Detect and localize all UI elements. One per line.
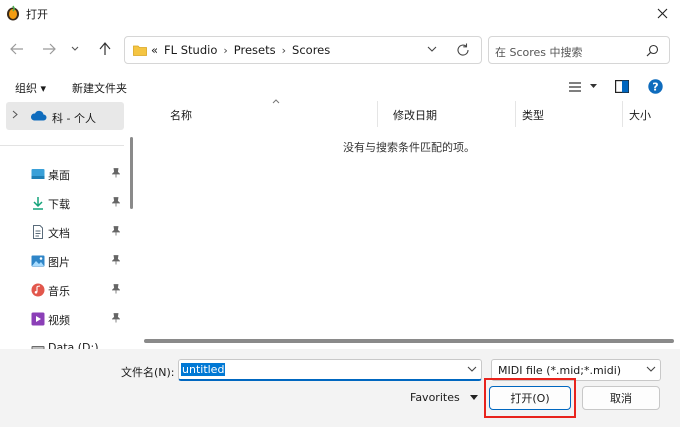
pin-icon[interactable] xyxy=(112,168,120,178)
column-divider[interactable] xyxy=(622,101,623,127)
pin-icon[interactable] xyxy=(112,197,120,207)
chevron-down-icon[interactable] xyxy=(427,45,437,53)
arrow-right-icon xyxy=(43,43,56,55)
help-icon[interactable]: ? xyxy=(648,79,663,94)
cancel-button[interactable]: 取消 xyxy=(582,386,660,410)
column-header-name[interactable]: 名称 xyxy=(170,107,192,123)
cloud-icon xyxy=(30,110,47,121)
pin-icon[interactable] xyxy=(112,255,120,265)
empty-message: 没有与搜索条件匹配的项。 xyxy=(343,141,475,154)
sidebar-item-label: 音乐 xyxy=(48,285,70,298)
sidebar-item-downloads[interactable]: 下载 xyxy=(0,192,124,216)
navigation-pane: 科 - 个人 桌面 下载 文档 图片 音乐 视频 Data (D:) xyxy=(0,101,138,349)
chevron-down-icon xyxy=(71,46,79,51)
fl-studio-icon xyxy=(7,5,19,21)
sort-up-icon xyxy=(272,99,280,104)
breadcrumb-fl-studio[interactable]: FL Studio xyxy=(164,43,217,57)
sidebar-item-label: 科 - 个人 xyxy=(52,112,96,125)
breadcrumb-overflow[interactable]: « xyxy=(151,43,158,57)
sidebar-item-music[interactable]: 音乐 xyxy=(0,279,124,303)
open-button[interactable]: 打开(O) xyxy=(489,386,571,410)
chevron-down-icon xyxy=(646,366,656,372)
title-bar: 打开 xyxy=(0,0,680,26)
breadcrumb-separator-icon: › xyxy=(281,43,287,57)
column-divider[interactable] xyxy=(377,101,378,127)
pin-icon[interactable] xyxy=(112,226,120,236)
view-list-icon[interactable] xyxy=(569,82,581,92)
window-title: 打开 xyxy=(26,8,48,21)
toolbar: 组织 ▾ 新建文件夹 ? xyxy=(0,74,680,100)
favorites-button[interactable]: Favorites xyxy=(410,391,460,404)
music-icon xyxy=(31,283,45,297)
sidebar-item-label: 视频 xyxy=(48,314,70,327)
file-list: 名称 修改日期 类型 大小 没有与搜索条件匹配的项。 xyxy=(138,99,680,349)
back-button[interactable] xyxy=(6,38,28,60)
folder-icon xyxy=(133,45,147,56)
dialog-footer: 文件名(N): untitled MIDI file (*.mid;*.midi… xyxy=(0,349,680,427)
arrow-up-icon xyxy=(99,42,111,55)
download-icon xyxy=(33,197,43,210)
search-input[interactable]: 在 Scores 中搜索 xyxy=(495,44,583,60)
recent-locations-button[interactable] xyxy=(64,38,86,60)
breadcrumb-separator-icon: › xyxy=(223,43,228,57)
column-divider[interactable] xyxy=(515,101,516,127)
sidebar-item-videos[interactable]: 视频 xyxy=(0,308,124,332)
breadcrumb-scores[interactable]: Scores xyxy=(292,43,330,57)
file-type-value: MIDI file (*.mid;*.midi) xyxy=(498,364,622,377)
arrow-left-icon xyxy=(10,43,23,55)
document-icon xyxy=(33,225,43,239)
favorites-dropdown-icon[interactable] xyxy=(470,395,478,400)
video-icon xyxy=(31,312,45,326)
filename-value[interactable]: untitled xyxy=(181,363,226,376)
column-header-type[interactable]: 类型 xyxy=(522,107,544,123)
preview-pane-icon[interactable] xyxy=(615,80,629,93)
search-icon xyxy=(646,44,659,57)
close-button[interactable] xyxy=(650,2,674,24)
sidebar-item-label: Data (D:) xyxy=(48,341,99,349)
address-bar[interactable]: « FL Studio › Presets › Scores xyxy=(124,36,482,64)
breadcrumb-presets[interactable]: Presets xyxy=(234,43,276,57)
sidebar-item-onedrive[interactable]: 科 - 个人 xyxy=(6,102,124,130)
sidebar-item-label: 图片 xyxy=(48,256,70,269)
organize-menu[interactable]: 组织 ▾ xyxy=(15,80,46,96)
chevron-down-icon[interactable] xyxy=(467,365,477,373)
pin-icon[interactable] xyxy=(112,313,120,323)
refresh-icon[interactable] xyxy=(456,43,470,57)
pin-icon[interactable] xyxy=(112,284,120,294)
column-header-size[interactable]: 大小 xyxy=(629,107,651,123)
drive-icon xyxy=(31,346,45,349)
up-button[interactable] xyxy=(94,38,116,60)
svg-text:?: ? xyxy=(652,81,658,94)
sidebar-item-data-drive[interactable]: Data (D:) xyxy=(0,337,124,349)
sidebar-item-label: 桌面 xyxy=(48,169,70,182)
filename-field[interactable]: untitled xyxy=(178,359,482,381)
sidebar-item-pictures[interactable]: 图片 xyxy=(0,250,124,274)
sidebar-item-desktop[interactable]: 桌面 xyxy=(0,163,124,187)
forward-button[interactable] xyxy=(38,38,60,60)
chevron-right-icon[interactable] xyxy=(12,110,18,119)
search-box[interactable]: 在 Scores 中搜索 xyxy=(488,36,670,64)
breadcrumb: « FL Studio › Presets › Scores xyxy=(151,43,330,57)
column-header-modified[interactable]: 修改日期 xyxy=(393,107,437,123)
sidebar-item-label: 文档 xyxy=(48,227,70,240)
desktop-icon xyxy=(31,169,45,179)
sidebar-item-documents[interactable]: 文档 xyxy=(0,221,124,245)
view-options-chevron-icon[interactable] xyxy=(590,84,597,89)
horizontal-scrollbar[interactable] xyxy=(144,339,674,343)
pictures-icon xyxy=(31,255,45,267)
sidebar-scrollbar[interactable] xyxy=(130,137,133,209)
sidebar-divider xyxy=(0,145,124,146)
new-folder-button[interactable]: 新建文件夹 xyxy=(72,80,127,96)
sidebar-item-label: 下载 xyxy=(48,198,70,211)
filename-label: 文件名(N): xyxy=(121,366,175,379)
close-icon xyxy=(657,8,667,18)
